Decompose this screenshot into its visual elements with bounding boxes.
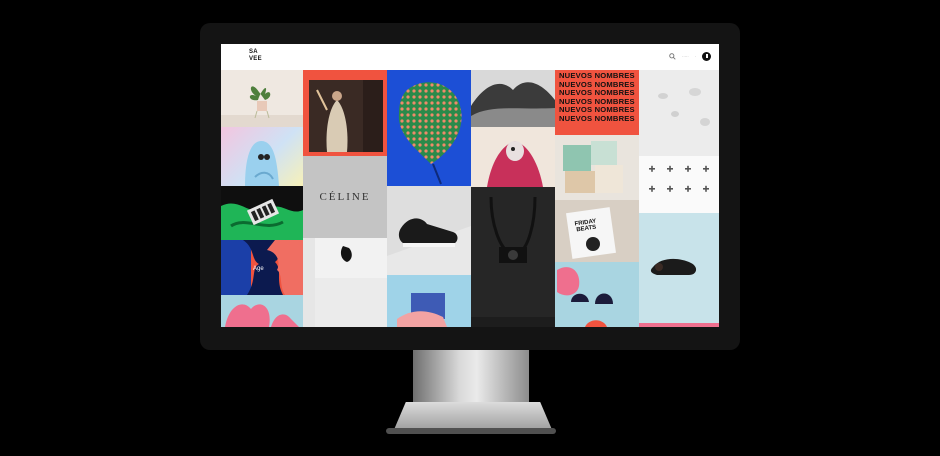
nav-link-1[interactable]: ·····	[682, 54, 689, 59]
grid-item-white-drops[interactable]	[639, 70, 719, 156]
monitor-bezel: SA VEE ····· · Age CÉLINE NUEVOS NOMBRES…	[200, 23, 740, 350]
savee-logo[interactable]: SA VEE	[249, 49, 263, 63]
grid-item-concert-photo[interactable]	[303, 70, 387, 156]
nuevos-nombres-text: NUEVOS NOMBRES NUEVOS NOMBRES NUEVOS NOM…	[559, 71, 635, 124]
profile-icon[interactable]	[702, 51, 711, 61]
screen: SA VEE ····· · Age CÉLINE NUEVOS NOMBRES…	[221, 44, 719, 327]
grid-item-mountain-mist[interactable]	[471, 70, 555, 127]
top-nav: ····· ·	[669, 50, 711, 62]
grid-item-boxes[interactable]	[555, 135, 639, 200]
grid-item-white-abstract[interactable]	[303, 238, 387, 327]
image-grid: Age CÉLINE NUEVOS NOMBRES NUEVOS NOMBRES…	[221, 70, 719, 327]
search-icon[interactable]	[669, 52, 676, 60]
age-label: Age	[253, 266, 264, 272]
grid-item-celine-card[interactable]: CÉLINE	[303, 156, 387, 238]
celine-text: CÉLINE	[319, 191, 371, 203]
grid-item-black-camera[interactable]	[471, 187, 555, 327]
grid-item-sneaker[interactable]	[387, 186, 471, 275]
grid-item-leaf-pattern[interactable]	[387, 70, 471, 186]
grid-item-blue-pink-shapes[interactable]	[555, 262, 639, 327]
grid-item-icon-set[interactable]	[639, 156, 719, 213]
grid-item-sleeping-figure[interactable]	[639, 213, 719, 327]
logo-line-1: SA	[249, 49, 258, 55]
grid-item-friday-beats[interactable]: FRIDAY BEATS	[555, 200, 639, 262]
grid-item-hand-object[interactable]	[387, 275, 471, 327]
nav-link-2[interactable]: ·	[695, 54, 696, 59]
monitor-stand-neck	[413, 350, 529, 410]
grid-item-plant[interactable]	[221, 70, 303, 127]
monitor-stand-shadow	[386, 428, 556, 434]
poster-line: NUEVOS NOMBRES	[559, 113, 635, 123]
grid-item-pink-shapes[interactable]	[221, 295, 303, 327]
grid-item-green-fabric[interactable]	[221, 186, 303, 240]
grid-item-nuevos-nombres-poster[interactable]: NUEVOS NOMBRES NUEVOS NOMBRES NUEVOS NOM…	[555, 70, 639, 135]
top-bar: SA VEE ····· ·	[221, 44, 719, 70]
grid-item-ghost-figure[interactable]	[221, 127, 303, 186]
grid-item-profiles-illustration[interactable]: Age	[221, 240, 303, 295]
logo-line-2: VEE	[249, 56, 262, 62]
grid-item-masked-figure[interactable]	[471, 127, 555, 187]
